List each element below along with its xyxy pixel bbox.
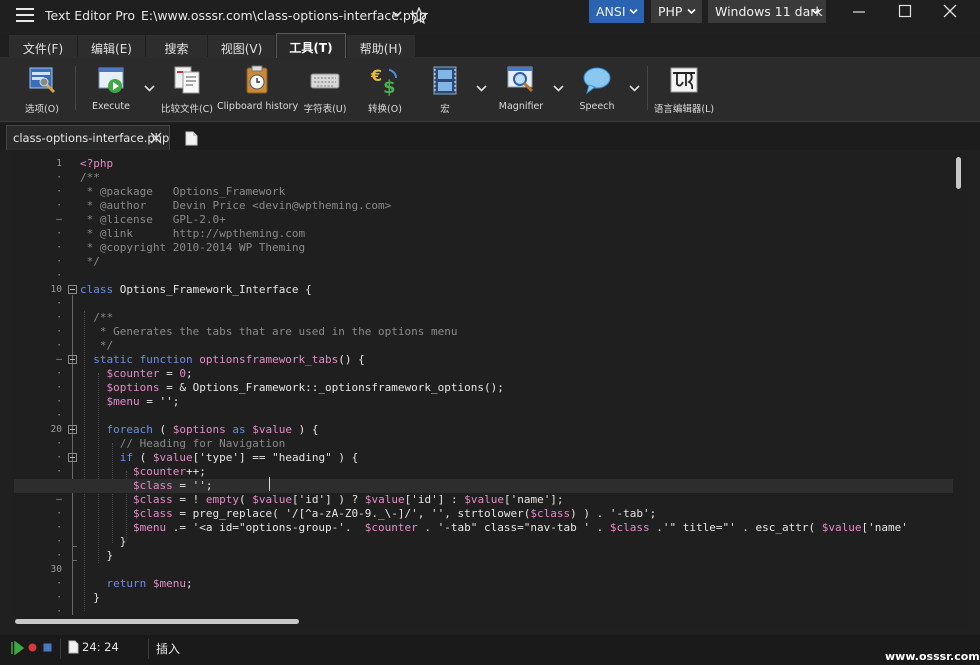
status-bar: 24: 24 插入 www.osssr.com <box>0 635 980 665</box>
app-title: Text Editor Pro <box>45 8 136 23</box>
toolbar-separator <box>647 66 648 110</box>
scrollbar-thumb[interactable] <box>15 619 299 624</box>
stop-macro-icon[interactable] <box>43 643 52 652</box>
text-editor-window: { "window": { "app_title": "Text Editor … <box>0 0 980 665</box>
hamburger-menu-icon[interactable] <box>16 8 34 24</box>
magnifier-dropdown-chevron-icon[interactable] <box>553 84 564 92</box>
insert-mode[interactable]: 插入 <box>156 640 180 657</box>
title-bar: Text Editor Pro E:\www.osssr.com\class-o… <box>0 0 980 32</box>
convert-button[interactable]: € $ 转换(O) <box>360 64 410 118</box>
watermark: www.osssr.com <box>885 650 980 663</box>
language-converter-button[interactable]: 语言编辑器(L) <box>652 64 716 118</box>
toolbar: 选项(O) Execute 比较文件(C) Clipboard history … <box>0 58 980 122</box>
document-tab-label: class-options-interface.php <box>13 131 170 145</box>
speech-bubble-icon <box>583 67 611 95</box>
line-gutter: 1 ···–···· 10 ····–···· 20 ··· 24 –···· … <box>14 151 80 627</box>
maximize-button[interactable] <box>897 3 913 19</box>
currency-convert-icon: €$ <box>370 66 398 96</box>
execute-icon <box>98 67 124 93</box>
compare-files-label: 比较文件(C) <box>160 104 214 115</box>
document-icon <box>68 640 79 654</box>
fold-toggle-icon[interactable] <box>68 453 77 462</box>
new-document-icon[interactable] <box>185 131 198 146</box>
language-label: PHP <box>658 4 683 19</box>
chevron-down-icon <box>811 8 820 15</box>
clipboard-history-button[interactable]: Clipboard history <box>217 64 299 118</box>
fold-toggle-icon[interactable] <box>68 425 77 434</box>
cursor-position[interactable]: 24: 24 <box>82 640 119 654</box>
macro-dropdown-chevron-icon[interactable] <box>476 84 487 92</box>
macro-button[interactable]: 宏 <box>420 64 470 118</box>
language-dropdown[interactable]: PHP <box>651 0 702 23</box>
record-macro-icon[interactable] <box>28 643 37 652</box>
svg-text:$: $ <box>383 77 396 96</box>
line-number: 1 <box>56 158 62 169</box>
fold-toggle-icon[interactable] <box>68 285 77 294</box>
code-editor[interactable]: 1 ···–···· 10 ····–···· 20 ··· 24 –···· … <box>14 151 967 627</box>
line-number: 10 <box>50 284 62 295</box>
toolbar-separator <box>75 66 76 110</box>
tab-tools[interactable]: 工具(T) <box>276 33 346 58</box>
charmap-button[interactable]: 字符表(U) <box>300 64 350 118</box>
encoding-label: ANSI <box>596 4 626 19</box>
magnifier-icon <box>507 66 534 93</box>
options-button[interactable]: 选项(O) <box>14 64 70 118</box>
close-tab-icon[interactable] <box>150 132 162 144</box>
clipboard-history-label: Clipboard history <box>217 101 299 112</box>
encoding-dropdown[interactable]: ANSI <box>589 0 644 23</box>
svg-text:€: € <box>370 66 382 85</box>
play-macro-icon[interactable] <box>10 641 24 655</box>
convert-label: 转换(O) <box>368 104 402 115</box>
compare-files-icon <box>174 66 200 94</box>
line-number: 30 <box>50 564 62 575</box>
vertical-scrollbar[interactable] <box>954 155 964 625</box>
close-button[interactable] <box>942 3 958 19</box>
execute-button[interactable]: Execute <box>84 64 138 118</box>
speech-dropdown-chevron-icon[interactable] <box>629 84 640 92</box>
document-tabs: class-options-interface.php <box>0 123 980 150</box>
chevron-down-icon <box>687 8 696 15</box>
scrollbar-thumb[interactable] <box>956 157 961 189</box>
tab-help[interactable]: 帮助(H) <box>347 35 415 58</box>
speech-button[interactable]: Speech <box>572 64 622 118</box>
clipboard-history-icon <box>246 65 268 94</box>
speech-label: Speech <box>579 101 615 112</box>
code-area[interactable]: <?php /** * @package Options_Framework *… <box>14 157 953 619</box>
devanagari-script-icon <box>670 67 698 93</box>
options-label: 选项(O) <box>25 104 59 115</box>
tab-search[interactable]: 搜索 <box>146 35 207 58</box>
document-tab[interactable]: class-options-interface.php <box>6 125 170 150</box>
execute-label: Execute <box>92 101 130 112</box>
compare-files-button[interactable]: 比较文件(C) <box>160 64 214 118</box>
star-icon[interactable] <box>410 7 428 24</box>
status-separator <box>60 639 61 659</box>
execute-dropdown-chevron-icon[interactable] <box>144 84 155 92</box>
theme-dropdown[interactable]: Windows 11 dark <box>708 0 826 23</box>
keyboard-icon <box>310 73 340 89</box>
chevron-down-icon[interactable] <box>392 10 402 18</box>
line-number: 20 <box>50 424 62 435</box>
file-path[interactable]: E:\www.osssr.com\class-options-interface… <box>141 8 427 23</box>
chevron-down-icon <box>629 8 638 15</box>
text-caret <box>269 477 270 491</box>
current-line: $class = ''; <box>14 479 953 493</box>
magnifier-button[interactable]: Magnifier <box>494 64 548 118</box>
tab-view[interactable]: 视图(V) <box>208 35 275 58</box>
options-icon <box>29 67 56 94</box>
language-converter-label: 语言编辑器(L) <box>653 104 715 115</box>
menu-bar: 文件(F) 编辑(E) 搜索 视图(V) 工具(T) 帮助(H) <box>0 33 980 58</box>
theme-label: Windows 11 dark <box>715 4 823 19</box>
horizontal-scrollbar[interactable] <box>14 616 954 626</box>
tab-edit[interactable]: 编辑(E) <box>78 35 145 58</box>
minimize-button[interactable] <box>851 3 867 19</box>
status-separator <box>148 639 149 659</box>
fold-toggle-icon[interactable] <box>68 355 77 364</box>
charmap-label: 字符表(U) <box>303 104 347 115</box>
magnifier-label: Magnifier <box>498 101 544 112</box>
tab-file[interactable]: 文件(F) <box>9 35 77 58</box>
macro-label: 宏 <box>440 104 450 115</box>
film-macro-icon <box>433 66 457 95</box>
